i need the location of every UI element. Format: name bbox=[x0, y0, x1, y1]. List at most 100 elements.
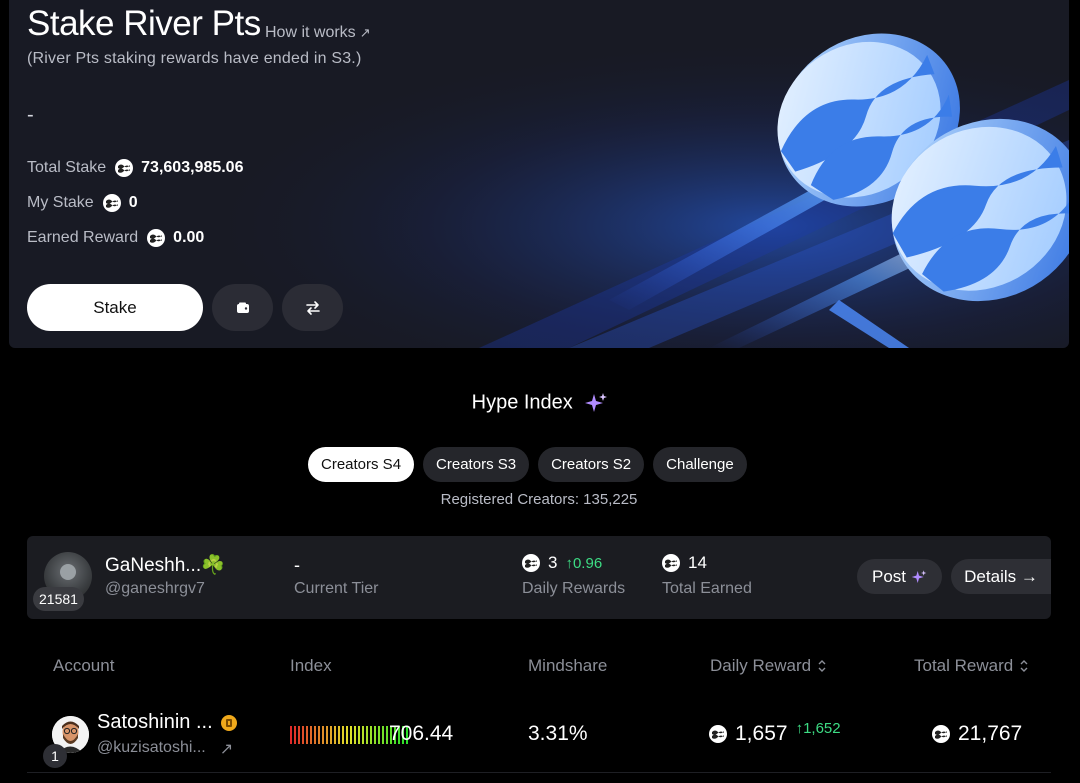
wallet-button[interactable] bbox=[212, 284, 273, 331]
sparkle-icon bbox=[585, 393, 608, 412]
column-header-daily-reward[interactable]: Daily Reward bbox=[710, 656, 827, 676]
earned-reward-value: 0.00 bbox=[173, 229, 205, 246]
river-coin-icon bbox=[709, 725, 727, 743]
row-daily-reward-value: 1,657 bbox=[735, 722, 788, 745]
tab-creators-s3[interactable]: Creators S3 bbox=[423, 447, 530, 482]
row-total-reward: 21,767 bbox=[932, 722, 1022, 746]
total-reward-header-label[interactable]: Total Reward bbox=[914, 656, 1013, 676]
my-handle: @ganeshrgv7 bbox=[105, 580, 205, 597]
river-coin-icon bbox=[662, 554, 680, 572]
how-it-works-label[interactable]: How it works bbox=[265, 24, 356, 41]
my-stake-row: My Stake 0 bbox=[27, 192, 138, 214]
stake-value-placeholder: - bbox=[27, 104, 34, 126]
current-tier-value: - bbox=[294, 555, 300, 575]
sort-updown-icon[interactable] bbox=[1019, 659, 1029, 673]
total-earned-value-row: 14 bbox=[662, 553, 707, 573]
river-coin-icon bbox=[522, 554, 540, 572]
wallet-icon bbox=[236, 302, 249, 313]
post-button[interactable]: Post bbox=[857, 559, 942, 594]
my-display-name[interactable]: GaNeshh...☘️ bbox=[105, 553, 225, 577]
my-stake-value: 0 bbox=[128, 194, 138, 211]
column-header-total-reward[interactable]: Total Reward bbox=[914, 656, 1029, 676]
stake-button[interactable]: Stake bbox=[27, 284, 203, 331]
index-bar bbox=[326, 726, 328, 744]
river-coin-icon bbox=[115, 159, 134, 177]
row-mindshare-value: 3.31% bbox=[528, 722, 588, 745]
current-tier-label: Current Tier bbox=[294, 580, 379, 597]
row-daily-reward-change: ↑1,652 bbox=[795, 719, 841, 737]
sort-updown-icon[interactable] bbox=[817, 659, 827, 673]
daily-rewards-value-row: 3 ↑0.96 bbox=[522, 553, 602, 573]
index-bar bbox=[350, 726, 352, 744]
river-coin-icon bbox=[147, 229, 166, 247]
river-coin-icon bbox=[102, 194, 121, 212]
index-bar bbox=[342, 726, 344, 744]
earned-reward-row: Earned Reward 0.00 bbox=[27, 227, 204, 249]
column-header-mindshare: Mindshare bbox=[528, 656, 608, 675]
index-bar bbox=[330, 726, 332, 744]
hype-index-title: Hype Index bbox=[0, 391, 1080, 415]
page-title: Stake River Pts bbox=[27, 4, 261, 43]
index-bar bbox=[318, 726, 320, 744]
index-bar bbox=[310, 726, 312, 744]
staking-ended-note: (River Pts staking rewards have ended in… bbox=[27, 50, 362, 67]
external-arrow-icon: ↗ bbox=[359, 25, 371, 40]
index-bar bbox=[370, 726, 372, 744]
daily-rewards-change: ↑0.96 bbox=[565, 554, 603, 572]
total-earned-label: Total Earned bbox=[662, 580, 752, 597]
post-button-label[interactable]: Post bbox=[872, 567, 906, 587]
index-bar bbox=[290, 726, 292, 744]
index-bar bbox=[338, 726, 340, 744]
column-header-account: Account bbox=[53, 656, 115, 675]
creator-tabs: Creators S4 Creators S3 Creators S2 Chal… bbox=[308, 447, 747, 482]
index-bar bbox=[322, 726, 324, 744]
tab-creators-s4[interactable]: Creators S4 bbox=[308, 447, 415, 482]
my-stake-label: My Stake bbox=[27, 194, 94, 211]
index-bar bbox=[382, 726, 384, 744]
row-rank-badge: 1 bbox=[43, 744, 67, 768]
details-button[interactable]: Details → bbox=[951, 559, 1051, 594]
index-bar bbox=[366, 726, 368, 744]
daily-rewards-value: 3 bbox=[548, 553, 558, 572]
registered-creators-count: Registered Creators: 135,225 bbox=[440, 491, 638, 508]
hype-index-label: Hype Index bbox=[471, 391, 573, 414]
row-handle-label[interactable]: @kuzisatoshi... bbox=[97, 739, 206, 759]
row-total-reward-value: 21,767 bbox=[958, 722, 1023, 745]
index-bar bbox=[378, 726, 380, 744]
total-stake-row: Total Stake 73,603,985.06 bbox=[27, 157, 243, 179]
my-creator-card: 21581 GaNeshh...☘️ @ganeshrgv7 - Current… bbox=[27, 536, 1051, 619]
row-account-handle[interactable]: @kuzisatoshi... ↗ bbox=[97, 739, 233, 759]
index-bar bbox=[302, 726, 304, 744]
how-it-works-link[interactable]: How it works ↗ bbox=[265, 24, 371, 42]
row-account-name[interactable]: Satoshinin ... bbox=[97, 711, 237, 734]
total-stake-label: Total Stake bbox=[27, 159, 107, 176]
river-coin-icon bbox=[932, 725, 950, 743]
my-rank-badge: 21581 bbox=[33, 587, 84, 611]
index-bar bbox=[346, 726, 348, 744]
daily-reward-header-label[interactable]: Daily Reward bbox=[710, 656, 811, 676]
index-bar bbox=[362, 726, 364, 744]
swap-button[interactable] bbox=[282, 284, 343, 331]
daily-rewards-label: Daily Rewards bbox=[522, 580, 626, 597]
index-bar bbox=[354, 726, 356, 744]
tab-challenge[interactable]: Challenge bbox=[653, 447, 747, 482]
sparkle-icon bbox=[911, 569, 927, 583]
index-bar bbox=[314, 726, 316, 744]
index-bar bbox=[358, 726, 360, 744]
tab-creators-s2[interactable]: Creators S2 bbox=[538, 447, 645, 482]
row-divider bbox=[27, 772, 1051, 773]
row-daily-reward: 1,657 ↑1,652 bbox=[709, 719, 841, 746]
column-header-index: Index bbox=[290, 656, 332, 675]
stake-panel: Stake River Pts How it works ↗ (River Pts… bbox=[9, 0, 1069, 348]
total-stake-value: 73,603,985.06 bbox=[141, 159, 244, 176]
index-bar bbox=[298, 726, 300, 744]
index-bar bbox=[306, 726, 308, 744]
index-bar bbox=[374, 726, 376, 744]
external-arrow-icon[interactable]: ↗ bbox=[220, 739, 233, 759]
verified-badge-icon bbox=[220, 714, 237, 731]
row-index-value: 706.44 bbox=[389, 722, 454, 745]
row-account-name-label[interactable]: Satoshinin ... bbox=[97, 711, 213, 734]
index-bar bbox=[334, 726, 336, 744]
index-bar bbox=[386, 726, 388, 744]
total-earned-value: 14 bbox=[688, 553, 707, 572]
